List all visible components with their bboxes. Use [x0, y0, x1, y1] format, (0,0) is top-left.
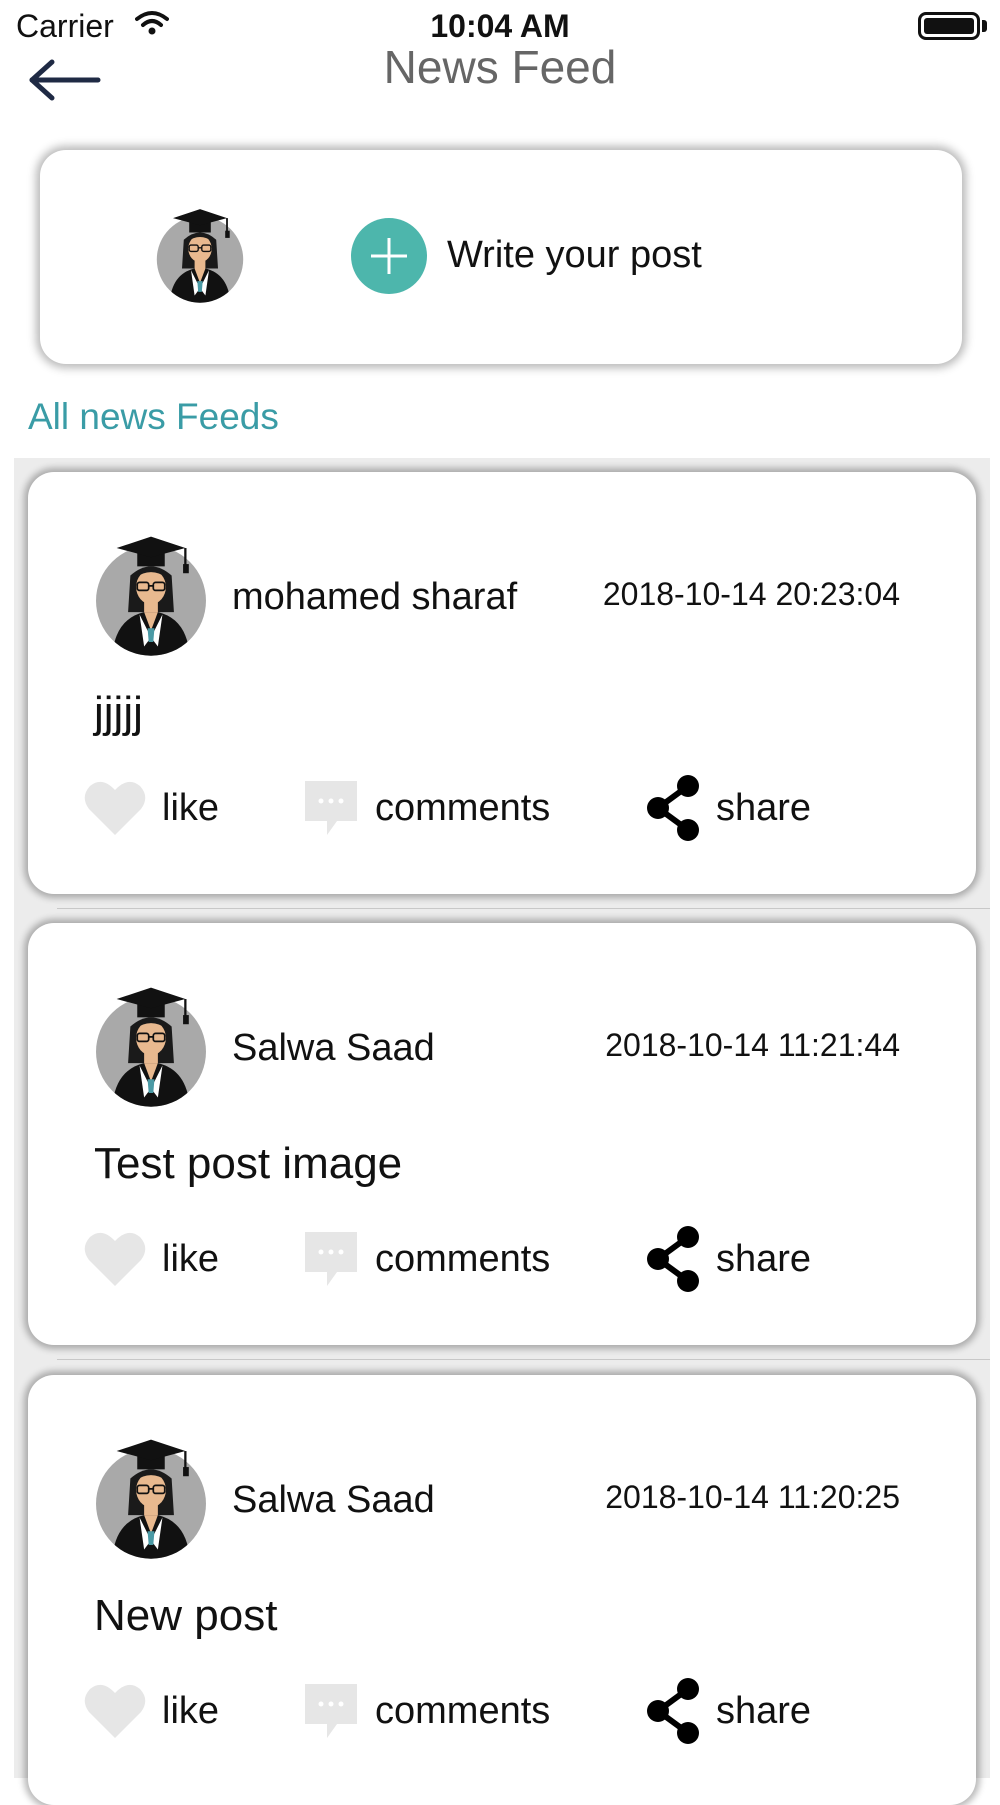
graduate-avatar-icon: [93, 983, 209, 1114]
share-icon: [647, 1678, 699, 1744]
post-body: Test post image: [94, 1139, 403, 1188]
heart-icon: [84, 1684, 146, 1738]
comments-label: comments: [375, 1689, 551, 1732]
like-label: like: [162, 1689, 220, 1732]
comments-button[interactable]: comments: [301, 1675, 550, 1747]
comment-bubble-icon: [305, 1684, 357, 1738]
post-timestamp: 2018-10-14 20:23:04: [602, 576, 900, 612]
heart-icon: [84, 781, 146, 835]
share-label: share: [716, 1689, 812, 1732]
post-body: jjjjj: [94, 688, 143, 737]
graduate-avatar-icon: [155, 205, 245, 310]
comments-button[interactable]: comments: [301, 772, 550, 844]
comments-label: comments: [375, 1237, 551, 1280]
comments-button[interactable]: comments: [301, 1223, 550, 1295]
share-button[interactable]: share: [644, 1223, 811, 1295]
post-timestamp: 2018-10-14 11:21:44: [605, 1027, 900, 1063]
post-author[interactable]: mohamed sharaf: [232, 576, 517, 619]
compose-post-card[interactable]: Write your post: [40, 150, 962, 364]
post-body: New post: [94, 1591, 278, 1640]
share-icon: [647, 775, 699, 841]
battery-tip: [982, 20, 987, 32]
write-post-button[interactable]: Write your post: [447, 234, 702, 277]
section-title: All news Feeds: [28, 396, 279, 437]
divider: [57, 1359, 990, 1360]
comments-label: comments: [375, 786, 551, 829]
heart-icon: [84, 1232, 146, 1286]
post-card[interactable]: mohamed sharaf 2018-10-14 20:23:04 jjjjj…: [28, 472, 976, 894]
share-label: share: [716, 1237, 812, 1280]
comment-bubble-icon: [305, 781, 357, 835]
post-author[interactable]: Salwa Saad: [232, 1027, 435, 1070]
share-icon: [647, 1226, 699, 1292]
post-card[interactable]: Salwa Saad 2018-10-14 11:21:44 Test post…: [28, 923, 976, 1345]
graduate-avatar-icon: [93, 1435, 209, 1566]
like-button[interactable]: like: [82, 772, 219, 844]
plus-circle-icon[interactable]: [351, 218, 427, 294]
share-button[interactable]: share: [644, 772, 811, 844]
battery-icon: [918, 12, 980, 40]
like-label: like: [162, 1237, 220, 1280]
like-label: like: [162, 786, 220, 829]
post-author[interactable]: Salwa Saad: [232, 1479, 435, 1522]
like-button[interactable]: like: [82, 1223, 219, 1295]
post-card[interactable]: Salwa Saad 2018-10-14 11:20:25 New post …: [28, 1375, 976, 1805]
post-timestamp: 2018-10-14 11:20:25: [605, 1479, 900, 1515]
share-label: share: [716, 786, 812, 829]
comment-bubble-icon: [305, 1232, 357, 1286]
page-title: News Feed: [383, 41, 617, 93]
share-button[interactable]: share: [644, 1675, 811, 1747]
like-button[interactable]: like: [82, 1675, 219, 1747]
divider: [57, 908, 990, 909]
graduate-avatar-icon: [93, 532, 209, 663]
